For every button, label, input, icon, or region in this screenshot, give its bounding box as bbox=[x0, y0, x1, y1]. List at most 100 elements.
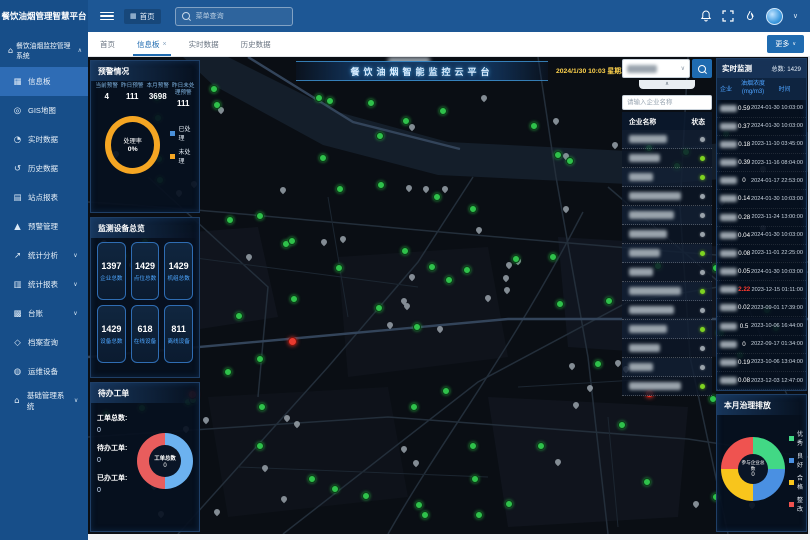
sidebar-item[interactable]: ◍ 运维设备 ∨ bbox=[0, 357, 88, 386]
realtime-row[interactable]: 0.39 2023-11-16 08:04:00 bbox=[717, 154, 806, 172]
map-marker-online[interactable] bbox=[210, 85, 218, 93]
device-stat-card[interactable]: 1429 点位总数 bbox=[131, 242, 160, 300]
map-marker-offline-pin[interactable] bbox=[339, 234, 347, 242]
realtime-row[interactable]: 0.04 2024-01-30 10:03:00 bbox=[717, 227, 806, 245]
map-marker-online[interactable] bbox=[471, 475, 479, 483]
map-marker-offline-pin[interactable] bbox=[554, 458, 562, 466]
map-marker-online[interactable] bbox=[566, 157, 574, 165]
page-tab[interactable]: 实时数据 × bbox=[189, 33, 219, 56]
device-stat-card[interactable]: 811 离线设备 bbox=[164, 305, 193, 363]
map-marker-offline-pin[interactable] bbox=[408, 273, 416, 281]
map-marker-offline-pin[interactable] bbox=[441, 185, 449, 193]
map-marker-online[interactable] bbox=[413, 323, 421, 331]
map-marker-offline-pin[interactable] bbox=[400, 444, 408, 452]
collapse-toggle[interactable]: ∧ bbox=[639, 80, 695, 89]
map-marker-offline-pin[interactable] bbox=[280, 495, 288, 503]
sidebar-item[interactable]: ⌂ 基础管理系统 ∨ bbox=[0, 386, 88, 415]
map-marker-online[interactable] bbox=[421, 511, 429, 519]
company-list-item[interactable] bbox=[622, 225, 712, 244]
region-select[interactable]: ∨ bbox=[622, 59, 690, 78]
map-marker-online[interactable] bbox=[505, 500, 513, 508]
map-marker-online[interactable] bbox=[415, 501, 423, 509]
map-marker-online[interactable] bbox=[445, 276, 453, 284]
realtime-row[interactable]: 0.02 2023-09-01 17:39:00 bbox=[717, 299, 806, 317]
map-marker-online[interactable] bbox=[290, 295, 298, 303]
company-list-item[interactable] bbox=[622, 263, 712, 282]
map-marker-online[interactable] bbox=[530, 122, 538, 130]
map-marker-offline-pin[interactable] bbox=[244, 253, 252, 261]
sidebar-system-header[interactable]: ⌂ 餐饮油烟监控管理系统 ∧ bbox=[0, 32, 88, 67]
map-marker-offline-pin[interactable] bbox=[480, 94, 488, 102]
map-marker-offline-pin[interactable] bbox=[292, 420, 300, 428]
company-name-input[interactable] bbox=[622, 95, 712, 110]
map-marker-online[interactable] bbox=[335, 264, 343, 272]
map-marker-online[interactable] bbox=[375, 304, 383, 312]
sidebar-item[interactable]: ▲ 预警管理 ∨ bbox=[0, 212, 88, 241]
realtime-row[interactable]: 0.08 2023-11-01 22:25:00 bbox=[717, 245, 806, 263]
bell-icon[interactable] bbox=[700, 10, 712, 22]
map-marker-online[interactable] bbox=[256, 212, 264, 220]
realtime-row[interactable]: 0.05 2024-01-30 10:03:00 bbox=[717, 263, 806, 281]
realtime-row[interactable]: 0.18 2023-11-10 03:45:00 bbox=[717, 136, 806, 154]
map-marker-online[interactable] bbox=[235, 312, 243, 320]
company-list-item[interactable] bbox=[622, 377, 712, 396]
map-marker-offline-pin[interactable] bbox=[562, 205, 570, 213]
map-marker-online[interactable] bbox=[469, 442, 477, 450]
map-marker-online[interactable] bbox=[442, 387, 450, 395]
company-list-item[interactable] bbox=[622, 244, 712, 263]
chevron-down-icon[interactable]: ∨ bbox=[793, 12, 798, 20]
map-marker-offline-pin[interactable] bbox=[213, 508, 221, 516]
map-marker-offline-pin[interactable] bbox=[568, 362, 576, 370]
map-marker-offline-pin[interactable] bbox=[261, 464, 269, 472]
device-stat-card[interactable]: 618 在线设备 bbox=[131, 305, 160, 363]
home-breadcrumb-chip[interactable]: ▦ 首页 bbox=[124, 9, 161, 24]
realtime-row[interactable]: 0 2024-01-17 22:53:00 bbox=[717, 172, 806, 190]
user-avatar[interactable] bbox=[766, 8, 783, 25]
map-marker-online[interactable] bbox=[226, 216, 234, 224]
company-list-item[interactable] bbox=[622, 168, 712, 187]
flame-icon[interactable] bbox=[744, 10, 756, 22]
map-marker-online[interactable] bbox=[433, 193, 441, 201]
sidebar-item[interactable]: ◔ 实时数据 ∨ bbox=[0, 125, 88, 154]
sidebar-item[interactable]: ◎ GIS地图 ∨ bbox=[0, 96, 88, 125]
more-button[interactable]: 更多 ∨ bbox=[767, 35, 804, 53]
map-marker-online[interactable] bbox=[288, 237, 296, 245]
page-tab[interactable]: 历史数据 × bbox=[241, 33, 271, 56]
map-marker-online[interactable] bbox=[331, 485, 339, 493]
map-marker-online[interactable] bbox=[463, 266, 471, 274]
map-marker-online[interactable] bbox=[376, 132, 384, 140]
company-list-item[interactable] bbox=[622, 149, 712, 168]
map-marker-online[interactable] bbox=[326, 97, 334, 105]
map-marker-online[interactable] bbox=[256, 355, 264, 363]
map-marker-online[interactable] bbox=[362, 492, 370, 500]
map-marker-offline-pin[interactable] bbox=[408, 123, 416, 131]
sidebar-item[interactable]: ▥ 统计报表 ∨ bbox=[0, 270, 88, 299]
device-stat-card[interactable]: 1429 机组总数 bbox=[164, 242, 193, 300]
sidebar-item[interactable]: ▩ 台账 ∨ bbox=[0, 299, 88, 328]
fullscreen-icon[interactable] bbox=[722, 10, 734, 22]
sidebar-item[interactable]: ▦ 信息板 ∨ bbox=[0, 67, 88, 96]
page-tab[interactable]: 信息板 × bbox=[137, 33, 167, 56]
map-marker-online[interactable] bbox=[315, 94, 323, 102]
map-marker-online[interactable] bbox=[475, 511, 483, 519]
map-marker-online[interactable] bbox=[308, 475, 316, 483]
device-stat-card[interactable]: 1397 企业总数 bbox=[97, 242, 126, 300]
company-list-item[interactable] bbox=[622, 282, 712, 301]
close-icon[interactable]: × bbox=[163, 41, 167, 48]
map-marker-online[interactable] bbox=[319, 154, 327, 162]
company-list-item[interactable] bbox=[622, 320, 712, 339]
map-marker-online[interactable] bbox=[549, 253, 557, 261]
map-marker-online[interactable] bbox=[554, 151, 562, 159]
map-marker-offline-pin[interactable] bbox=[552, 117, 560, 125]
hamburger-menu-icon[interactable] bbox=[100, 12, 114, 21]
map-marker-online[interactable] bbox=[618, 421, 626, 429]
menu-search-input[interactable] bbox=[194, 12, 278, 21]
map-marker-online[interactable] bbox=[367, 99, 375, 107]
map-marker-offline-pin[interactable] bbox=[611, 140, 619, 148]
realtime-row[interactable]: 0.5 2023-10-06 16:44:00 bbox=[717, 317, 806, 335]
menu-search-box[interactable] bbox=[175, 7, 293, 26]
company-list-item[interactable] bbox=[622, 206, 712, 225]
map-marker-online[interactable] bbox=[643, 478, 651, 486]
company-search-button[interactable] bbox=[692, 59, 712, 78]
sidebar-item[interactable]: ▤ 站点报表 ∨ bbox=[0, 183, 88, 212]
